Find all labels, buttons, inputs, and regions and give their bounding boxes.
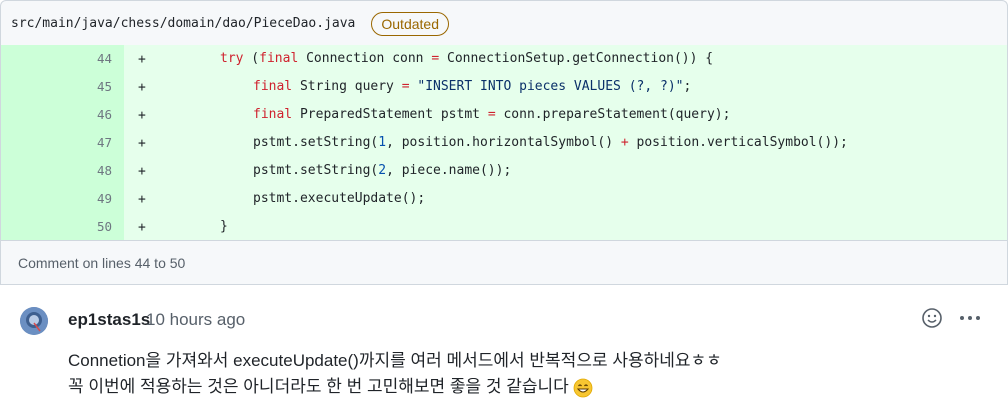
line-number[interactable]: 46 (1, 101, 124, 129)
line-number[interactable]: 49 (1, 185, 124, 213)
file-path[interactable]: src/main/java/chess/domain/dao/PieceDao.… (11, 16, 355, 31)
comment-body-line-1: Connetion을 가져와서 executeUpdate()까지를 여러 메서… (68, 351, 722, 370)
added-marker: + (138, 164, 146, 179)
comment-range-label: Comment on lines 44 to 50 (18, 254, 186, 271)
diff-row: 45 + final String query = "INSERT INTO p… (1, 73, 1007, 101)
code-line: pstmt.setString(1, position.horizontalSy… (253, 135, 848, 150)
line-number[interactable]: 50 (1, 213, 124, 241)
line-number[interactable]: 48 (1, 157, 124, 185)
file-header: src/main/java/chess/domain/dao/PieceDao.… (0, 0, 1008, 46)
smiley-icon[interactable] (921, 307, 943, 329)
diff-row: 48 + pstmt.setString(2, piece.name()); (1, 157, 1007, 185)
line-number[interactable]: 47 (1, 129, 124, 157)
line-number[interactable]: 44 (1, 45, 124, 73)
line-number[interactable]: 45 (1, 73, 124, 101)
code-line: pstmt.executeUpdate(); (253, 191, 426, 206)
review-comment: ep1stas1s 10 hours ago Connetion을 가져와서 e… (0, 285, 1008, 414)
grinning-emoji-icon (573, 378, 593, 398)
comment-author[interactable]: ep1stas1s (68, 310, 150, 330)
avatar[interactable] (20, 307, 48, 335)
outdated-badge: Outdated (371, 11, 449, 36)
added-marker: + (138, 108, 146, 123)
diff-row: 49 + pstmt.executeUpdate(); (1, 185, 1007, 213)
added-marker: + (138, 192, 146, 207)
diff-row: 47 + pstmt.setString(1, position.horizon… (1, 129, 1007, 157)
kebab-horizontal-icon[interactable] (958, 307, 982, 329)
code-line: } (220, 219, 228, 234)
diff-row: 44 + try (final Connection conn = Connec… (1, 45, 1007, 73)
added-marker: + (138, 52, 146, 67)
added-marker: + (138, 136, 146, 151)
diff-block: 44 + try (final Connection conn = Connec… (0, 45, 1008, 241)
added-marker: + (138, 80, 146, 95)
code-line: final String query = "INSERT INTO pieces… (253, 79, 692, 94)
code-line: try (final Connection conn = ConnectionS… (220, 51, 714, 66)
comment-range-bar: Comment on lines 44 to 50 (0, 240, 1008, 285)
diff-row: 50 + } (1, 213, 1007, 241)
added-marker: + (138, 220, 146, 235)
comment-timestamp[interactable]: 10 hours ago (146, 310, 245, 330)
code-line: final PreparedStatement pstmt = conn.pre… (253, 107, 731, 122)
code-line: pstmt.setString(2, piece.name()); (253, 163, 512, 178)
comment-body-line-2: 꼭 이번에 적용하는 것은 아니더라도 한 번 고민해보면 좋을 것 같습니다 (68, 372, 593, 398)
diff-row: 46 + final PreparedStatement pstmt = con… (1, 101, 1007, 129)
